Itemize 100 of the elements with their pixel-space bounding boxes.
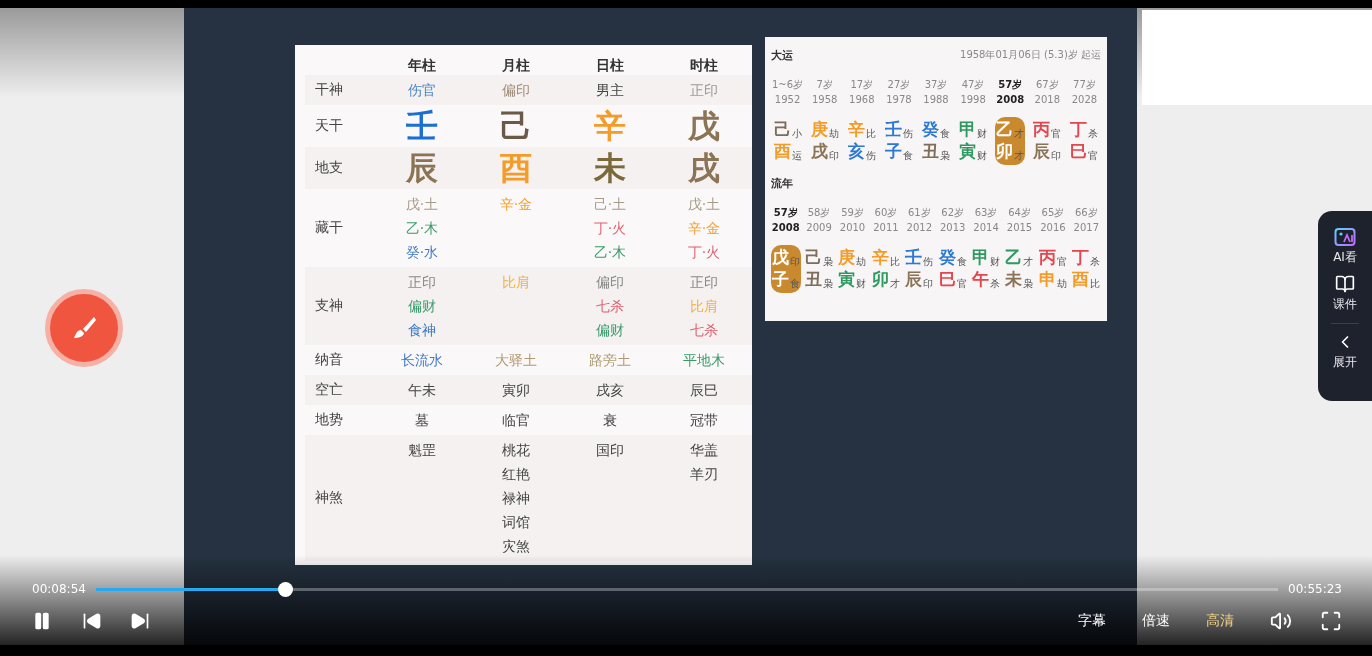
table-cell-text: 戊·土 xyxy=(687,195,721,214)
god-label: 比 xyxy=(1090,277,1101,291)
row-label: 地支 xyxy=(314,159,344,177)
ganzhi-item[interactable]: 甲 财 午杀 xyxy=(971,245,1002,293)
table-cell-text: 七杀 xyxy=(690,321,718,340)
table-cell-text: 偏印 xyxy=(596,273,624,292)
table-cell-text: 己·土 xyxy=(593,195,627,214)
ganzhi-item[interactable]: 庚劫 寅财 xyxy=(837,245,868,293)
ganzhi-item[interactable]: 辛比 亥伤 xyxy=(846,117,877,165)
god-label: 印 xyxy=(923,277,934,291)
age-label: 60岁 xyxy=(874,206,898,220)
table-cell-text: 酉 xyxy=(500,148,532,189)
god-label: 劫 xyxy=(1056,277,1067,291)
table-cell-text: 长流水 xyxy=(401,351,443,370)
age-label: 61岁 xyxy=(907,206,931,220)
god-label: 伤 xyxy=(923,255,934,269)
branch-char: 亥 xyxy=(847,140,865,163)
age-label: 66岁 xyxy=(1074,206,1098,220)
year-label: 2018 xyxy=(1034,93,1061,107)
stem-char: 己 xyxy=(773,118,791,141)
side-panel-item[interactable]: 课件 xyxy=(1331,270,1359,317)
branch-char: 寅 xyxy=(959,140,977,163)
table-cell-text: 羊刃 xyxy=(690,465,718,484)
age-label: 59岁 xyxy=(841,206,864,220)
row-label: 天干 xyxy=(314,117,344,135)
stem-char: 丙 xyxy=(1038,246,1056,269)
table-cell-text: 偏财 xyxy=(408,297,436,316)
row-label: 纳音 xyxy=(314,351,344,369)
player-option[interactable]: 倍速 xyxy=(1142,612,1170,630)
fullscreen-button[interactable] xyxy=(1320,610,1342,632)
column-header: 月柱 xyxy=(501,57,531,75)
year-label: 2011 xyxy=(873,221,899,235)
stem-char: 甲 xyxy=(972,246,990,269)
table-cell-text: 偏财 xyxy=(596,321,624,340)
god-label: 财 xyxy=(977,127,988,141)
ganzhi-item[interactable]: 辛比 卯才 xyxy=(870,245,901,293)
total-time: 00:55:23 xyxy=(1288,582,1342,596)
table-cell-text: 戌亥 xyxy=(596,381,624,400)
age-label: 27岁 xyxy=(887,78,911,92)
player-option[interactable]: 字幕 xyxy=(1078,612,1106,630)
row-label: 干神 xyxy=(314,81,344,99)
branch-char: 巳 xyxy=(1070,140,1088,163)
ganzhi-item[interactable]: 己 枭 丑枭 xyxy=(804,245,835,293)
branch-char: 酉 xyxy=(1072,268,1090,291)
next-button[interactable] xyxy=(130,611,150,631)
ganzhi-item[interactable]: 丁杀 巳官 xyxy=(1069,117,1100,165)
ganzhi-item[interactable]: 己 小 酉运 xyxy=(772,117,803,165)
table-cell-text: 平地木 xyxy=(683,351,725,370)
branch-char: 酉 xyxy=(773,140,791,163)
table-cell-text: 词馆 xyxy=(502,513,530,532)
table-cell-text: 寅卯 xyxy=(502,381,530,400)
ganzhi-item[interactable]: 壬伤 辰印 xyxy=(904,245,935,293)
table-cell-text: 大驿土 xyxy=(495,351,537,370)
ganzhi-item[interactable]: 乙才 未枭 xyxy=(1004,245,1035,293)
side-panel-item[interactable]: AI看 xyxy=(1331,223,1359,270)
stem-char: 壬 xyxy=(884,118,902,141)
year-label: 2013 xyxy=(939,221,966,235)
branch-char: 巳 xyxy=(938,268,956,291)
table-cell-text: 临官 xyxy=(502,411,530,430)
player-option[interactable]: 高清 xyxy=(1206,612,1234,630)
ganzhi-item[interactable]: 丙官 辰印 xyxy=(1032,117,1063,165)
ganzhi-item[interactable]: 癸食 丑枭 xyxy=(921,117,951,165)
ganzhi-item[interactable]: 丙官 申 劫 xyxy=(1037,245,1068,293)
table-cell-text: 辛·金 xyxy=(687,219,721,238)
ganzhi-item[interactable]: 甲 财 寅财 xyxy=(958,117,989,165)
side-panel-item[interactable]: 展开 xyxy=(1331,323,1359,375)
pause-button[interactable] xyxy=(32,611,52,631)
branch-char: 卯 xyxy=(996,140,1014,163)
god-label: 才 xyxy=(1014,149,1025,163)
branch-char: 辰 xyxy=(905,268,923,291)
column-header: 日柱 xyxy=(595,57,625,75)
stem-char: 辛 xyxy=(871,246,889,269)
year-label: 2014 xyxy=(973,221,999,235)
table-cell-text: 未 xyxy=(594,148,626,189)
god-label: 劫 xyxy=(828,127,839,141)
table-cell-text: 桃花 xyxy=(502,441,530,460)
age-label: 57岁 xyxy=(773,206,798,220)
table-cell-text: 正印 xyxy=(408,273,436,292)
volume-button[interactable] xyxy=(1270,610,1292,632)
god-label: 杀 xyxy=(1088,127,1099,141)
table-cell-text: 癸·水 xyxy=(405,243,439,262)
god-label: 官 xyxy=(1051,127,1062,141)
ganzhi-item[interactable]: 丁杀 酉比 xyxy=(1071,245,1102,293)
god-label: 才 xyxy=(1014,127,1025,141)
stem-char: 己 xyxy=(805,246,823,269)
stem-char: 庚 xyxy=(810,118,828,141)
age-label: 77岁 xyxy=(1073,78,1096,92)
table-cell-text: 路旁土 xyxy=(589,351,631,370)
table-cell-text: 食神 xyxy=(408,321,436,340)
god-label: 枭 xyxy=(940,149,950,163)
previous-button[interactable] xyxy=(82,611,102,631)
ganzhi-item[interactable]: 庚劫 戌印 xyxy=(809,117,840,165)
table-cell-text: 衰 xyxy=(603,411,617,430)
branch-char: 子 xyxy=(771,268,789,291)
ganzhi-item[interactable]: 癸食 巳官 xyxy=(937,245,968,293)
age-label: 64岁 xyxy=(1008,206,1031,220)
ganzhi-item[interactable]: 壬伤 子食 xyxy=(883,117,914,165)
section-title: 流年 xyxy=(771,175,793,191)
god-label: 枭 xyxy=(823,255,834,269)
stem-char: 庚 xyxy=(838,246,856,269)
